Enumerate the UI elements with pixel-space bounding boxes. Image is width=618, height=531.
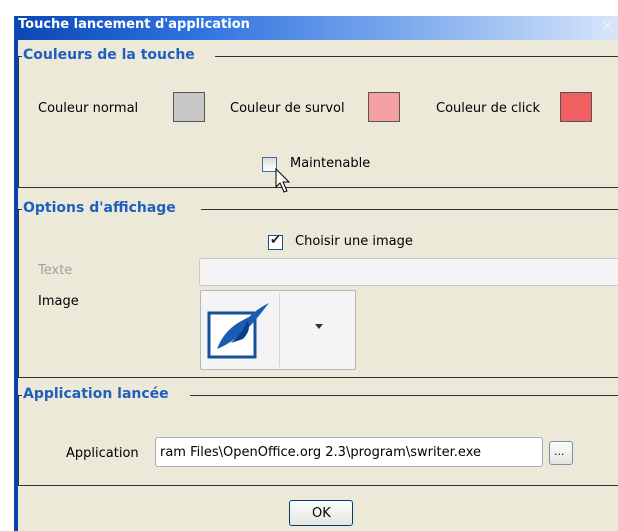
combo-divider: [279, 293, 280, 367]
label-couleur-survol: Couleur de survol: [230, 101, 345, 116]
ok-button-label: OK: [312, 506, 331, 521]
label-couleur-click: Couleur de click: [436, 101, 541, 116]
chevron-down-icon[interactable]: [315, 324, 323, 329]
choose-image-label: Choisir une image: [295, 234, 413, 249]
swatch-couleur-normal[interactable]: [173, 92, 205, 122]
window-title: Touche lancement d'application: [18, 17, 250, 32]
section-border-bottom: [18, 377, 618, 378]
swatch-couleur-survol[interactable]: [368, 92, 400, 122]
section-border-bottom: [18, 485, 618, 486]
texte-label: Texte: [38, 263, 73, 278]
section-border-left: [18, 395, 19, 485]
image-label: Image: [38, 294, 79, 309]
choose-image-checkbox[interactable]: ✔: [268, 233, 283, 250]
close-icon[interactable]: ✕: [600, 15, 618, 39]
legend-rule-right: [201, 209, 618, 210]
section-couleurs-legend: Couleurs de la touche: [22, 47, 197, 63]
section-border-bottom: [18, 187, 618, 188]
section-border-left: [18, 209, 19, 377]
label-couleur-normal: Couleur normal: [38, 101, 139, 116]
section-border-left: [18, 56, 19, 187]
browse-button-label: ...: [554, 445, 565, 458]
image-selector-combo[interactable]: [200, 290, 356, 370]
openoffice-writer-icon: [207, 303, 269, 359]
section-affichage-legend: Options d'affichage: [22, 200, 178, 216]
application-path-field[interactable]: ram Files\OpenOffice.org 2.3\program\swr…: [155, 437, 543, 467]
ok-button[interactable]: OK: [289, 500, 353, 526]
mouse-pointer-icon: [275, 168, 291, 193]
section-application-legend: Application lancée: [22, 386, 171, 402]
checkmark-icon: ✔: [270, 233, 281, 248]
swatch-couleur-click[interactable]: [560, 92, 592, 122]
application-label: Application: [66, 446, 139, 461]
texte-field[interactable]: [199, 258, 618, 286]
title-bar-area: Touche lancement d'application ✕: [0, 0, 618, 40]
legend-rule-right: [215, 56, 618, 57]
application-path-value: ram Files\OpenOffice.org 2.3\program\swr…: [160, 445, 481, 460]
legend-rule-right: [190, 395, 618, 396]
maintenable-label: Maintenable: [290, 156, 371, 171]
browse-button[interactable]: ...: [549, 441, 573, 465]
